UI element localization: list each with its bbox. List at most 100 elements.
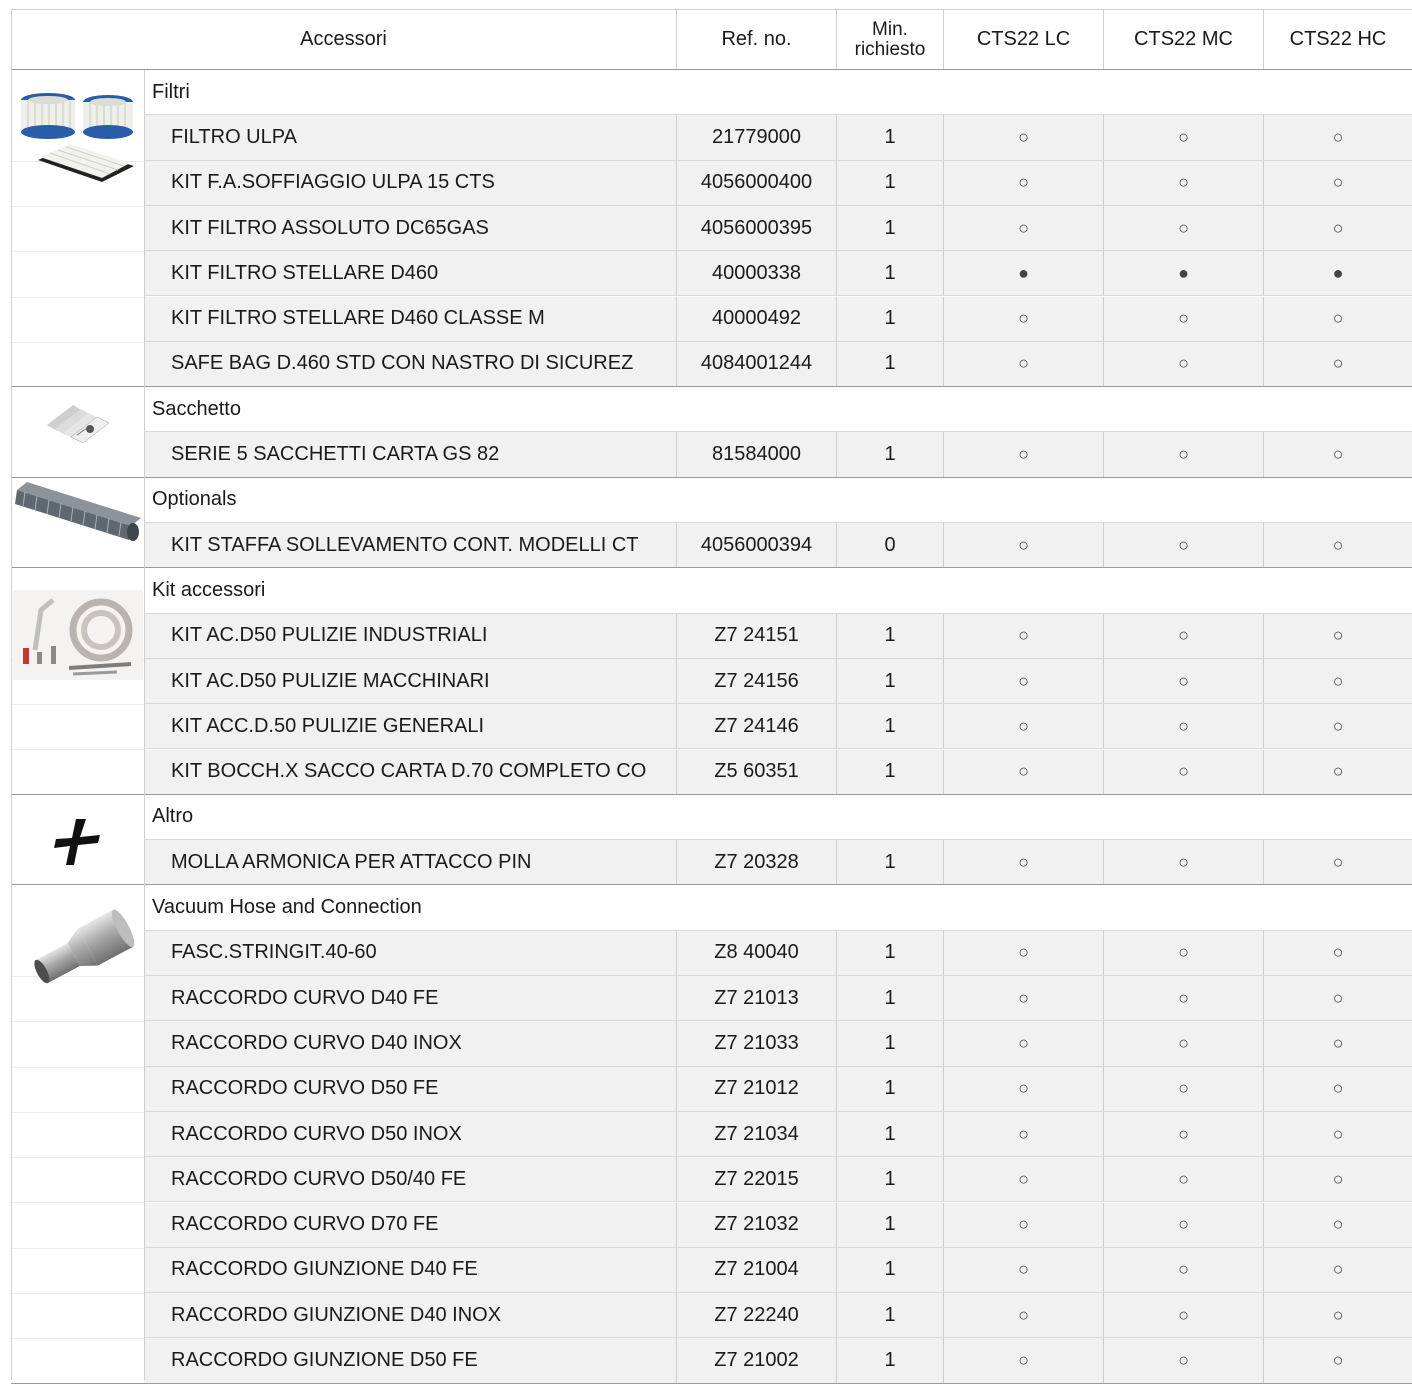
item-min-required: 1 xyxy=(836,749,943,794)
item-cts22-mc: ○ xyxy=(1103,1293,1263,1338)
plus-icon xyxy=(53,818,100,865)
table-row: KIT STAFFA SOLLEVAMENTO CONT. MODELLI CT… xyxy=(144,523,1412,569)
item-cts22-hc: ● xyxy=(1263,251,1412,296)
image-cell-divider xyxy=(11,251,144,253)
item-min-required: 1 xyxy=(836,160,943,205)
item-min-required: 1 xyxy=(836,205,943,251)
image-cell-divider xyxy=(11,341,144,343)
item-cts22-hc: ○ xyxy=(1263,296,1412,341)
item-ref-no: 81584000 xyxy=(676,432,836,477)
header-min: Min. richiesto xyxy=(836,10,943,69)
item-ref-no: Z7 21002 xyxy=(676,1338,836,1383)
item-cts22-lc: ○ xyxy=(943,523,1103,568)
item-min-required: 1 xyxy=(836,613,943,658)
item-cts22-lc: ● xyxy=(943,251,1103,296)
header-ref: Ref. no. xyxy=(676,10,836,69)
group-thumbnail xyxy=(11,590,144,681)
item-cts22-mc: ○ xyxy=(1103,976,1263,1021)
item-cts22-lc: ○ xyxy=(943,1157,1103,1202)
item-min-required: 1 xyxy=(836,1247,943,1293)
item-description: FASC.STRINGIT.40-60 xyxy=(171,941,377,964)
table-row: RACCORDO GIUNZIONE D40 INOX Z7 22240 1 ○ ○ ○ xyxy=(144,1293,1412,1339)
item-description: KIT F.A.SOFFIAGGIO ULPA 15 CTS xyxy=(171,171,495,194)
image-cell-divider xyxy=(11,1021,144,1023)
item-min-required: 1 xyxy=(836,296,943,341)
item-description: KIT AC.D50 PULIZIE INDUSTRIALI xyxy=(171,624,488,647)
item-cts22-lc: ○ xyxy=(943,205,1103,251)
item-ref-no: Z7 21034 xyxy=(676,1111,836,1157)
item-cts22-mc: ○ xyxy=(1103,1111,1263,1157)
item-cts22-hc: ○ xyxy=(1263,1111,1412,1157)
item-ref-no: 4084001244 xyxy=(676,341,836,387)
table-row: MOLLA ARMONICA PER ATTACCO PIN Z7 20328 1 ○… xyxy=(144,840,1412,886)
image-cell-divider xyxy=(11,205,144,207)
table-header: Accessori Ref. no. Min. richiesto CTS22 … xyxy=(11,9,1412,70)
group-image-cell-kit-accessori xyxy=(11,568,144,795)
item-cts22-mc: ● xyxy=(1103,251,1263,296)
item-description: RACCORDO GIUNZIONE D50 FE xyxy=(171,1349,478,1372)
item-cts22-hc: ○ xyxy=(1263,1066,1412,1111)
item-ref-no: Z7 21004 xyxy=(676,1247,836,1293)
item-cts22-hc: ○ xyxy=(1263,1202,1412,1247)
item-cts22-lc: ○ xyxy=(943,296,1103,341)
table-left-border xyxy=(11,9,12,1380)
image-cell-divider xyxy=(11,749,144,751)
table-row: KIT BOCCH.X SACCO CARTA D.70 COMPLETO CO… xyxy=(144,749,1412,795)
item-ref-no: 40000492 xyxy=(676,296,836,341)
header-cts22-mc: CTS22 MC xyxy=(1103,10,1263,69)
item-cts22-hc: ○ xyxy=(1263,840,1412,885)
item-ref-no: Z7 20328 xyxy=(676,840,836,885)
image-cell-divider xyxy=(11,704,144,706)
image-cell-divider xyxy=(11,296,144,298)
item-cts22-lc: ○ xyxy=(943,704,1103,749)
item-cts22-lc: ○ xyxy=(943,1202,1103,1247)
item-cts22-mc: ○ xyxy=(1103,205,1263,251)
group-name: Altro xyxy=(152,805,194,828)
item-min-required: 1 xyxy=(836,341,943,387)
item-min-required: 1 xyxy=(836,1338,943,1383)
header-accessori: Accessori xyxy=(300,28,387,50)
item-cts22-lc: ○ xyxy=(943,613,1103,658)
table-row: RACCORDO CURVO D40 INOX Z7 21033 1 ○ ○ ○ xyxy=(144,1021,1412,1067)
item-cts22-lc: ○ xyxy=(943,160,1103,205)
item-cts22-mc: ○ xyxy=(1103,296,1263,341)
filter-cartridges-image xyxy=(20,93,134,182)
group-name: Filtri xyxy=(152,80,190,103)
item-ref-no: Z7 21013 xyxy=(676,976,836,1021)
item-description: RACCORDO CURVO D50 FE xyxy=(171,1077,439,1100)
item-ref-no: Z7 24146 xyxy=(676,704,836,749)
group-row-altro: Altro xyxy=(144,794,1412,841)
item-cts22-hc: ○ xyxy=(1263,1247,1412,1293)
item-ref-no: 4056000395 xyxy=(676,205,836,251)
item-description: KIT FILTRO STELLARE D460 xyxy=(171,261,439,284)
group-thumbnail xyxy=(11,813,144,873)
item-cts22-hc: ○ xyxy=(1263,976,1412,1021)
item-cts22-mc: ○ xyxy=(1103,704,1263,749)
table-row: FASC.STRINGIT.40-60 Z8 40040 1 ○ ○ ○ xyxy=(144,930,1412,976)
table-row: SERIE 5 SACCHETTI CARTA GS 82 81584000 1 ○ ○… xyxy=(144,432,1412,478)
item-ref-no: Z8 40040 xyxy=(676,930,836,975)
brush-roller-image xyxy=(14,481,141,541)
item-description: RACCORDO GIUNZIONE D40 FE xyxy=(171,1258,478,1281)
item-min-required: 1 xyxy=(836,1157,943,1202)
table-row: SAFE BAG D.460 STD CON NASTRO DI SICUREZ… xyxy=(144,341,1412,388)
group-row-filtri: Filtri xyxy=(144,70,1412,116)
item-cts22-hc: ○ xyxy=(1263,658,1412,704)
header-cts22-lc: CTS22 LC xyxy=(943,10,1103,69)
hose-connector-image xyxy=(33,909,134,984)
item-description: KIT ACC.D.50 PULIZIE GENERALI xyxy=(171,714,485,737)
item-ref-no: 4056000400 xyxy=(676,160,836,205)
item-description: RACCORDO CURVO D70 FE xyxy=(171,1213,439,1236)
item-description: MOLLA ARMONICA PER ATTACCO PIN xyxy=(171,850,532,873)
table-row: KIT ACC.D.50 PULIZIE GENERALI Z7 24146 1 ○ ○… xyxy=(144,704,1412,750)
table-row: RACCORDO CURVO D50 FE Z7 21012 1 ○ ○ ○ xyxy=(144,1066,1412,1112)
item-cts22-mc: ○ xyxy=(1103,930,1263,975)
item-description: SERIE 5 SACCHETTI CARTA GS 82 xyxy=(171,443,500,466)
item-cts22-hc: ○ xyxy=(1263,115,1412,160)
item-cts22-mc: ○ xyxy=(1103,160,1263,205)
item-cts22-lc: ○ xyxy=(943,341,1103,387)
table-row: RACCORDO GIUNZIONE D50 FE Z7 21002 1 ○ ○ ○ xyxy=(144,1338,1412,1384)
item-ref-no: Z7 21032 xyxy=(676,1202,836,1247)
paper-bags-image xyxy=(46,405,109,444)
item-description: RACCORDO GIUNZIONE D40 INOX xyxy=(171,1303,502,1326)
